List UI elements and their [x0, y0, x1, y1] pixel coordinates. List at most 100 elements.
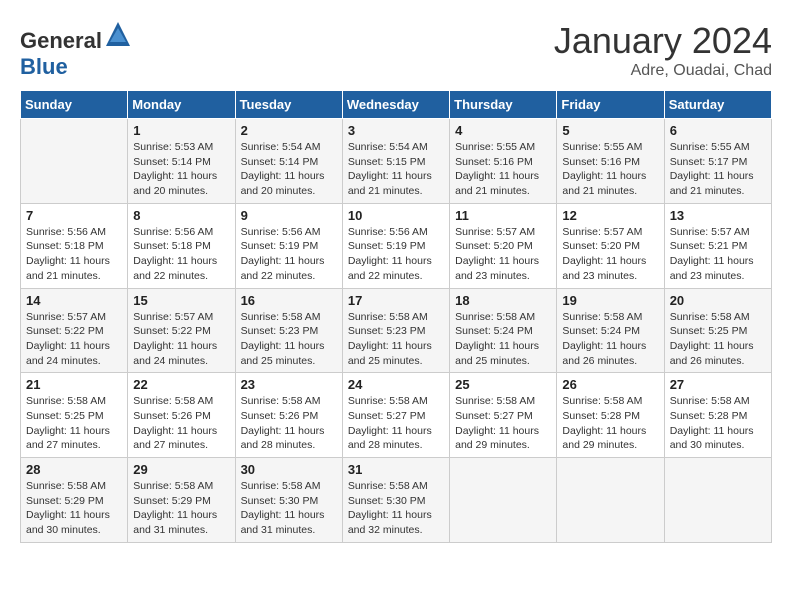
header-wednesday: Wednesday	[342, 91, 449, 119]
day-info: Sunrise: 5:57 AM Sunset: 5:20 PM Dayligh…	[455, 225, 551, 284]
calendar-cell: 12 Sunrise: 5:57 AM Sunset: 5:20 PM Dayli…	[557, 203, 664, 288]
day-number: 17	[348, 293, 444, 308]
day-info: Sunrise: 5:58 AM Sunset: 5:24 PM Dayligh…	[562, 310, 658, 369]
day-number: 15	[133, 293, 229, 308]
day-number: 7	[26, 208, 122, 223]
calendar-header-row: SundayMondayTuesdayWednesdayThursdayFrid…	[21, 91, 772, 119]
logo-blue: Blue	[20, 54, 68, 79]
calendar-cell: 13Sunrise: 5:57 AM Sunset: 5:21 PM Dayli…	[664, 203, 771, 288]
header-friday: Friday	[557, 91, 664, 119]
day-info: Sunrise: 5:58 AM Sunset: 5:26 PM Dayligh…	[241, 394, 337, 453]
day-number: 3	[348, 123, 444, 138]
day-info: Sunrise: 5:57 AM Sunset: 5:22 PM Dayligh…	[133, 310, 229, 369]
day-info: Sunrise: 5:57 AM Sunset: 5:22 PM Dayligh…	[26, 310, 122, 369]
day-number: 11	[455, 208, 551, 223]
logo: General Blue	[20, 20, 132, 80]
calendar-cell: 8Sunrise: 5:56 AM Sunset: 5:18 PM Daylig…	[128, 203, 235, 288]
calendar-cell: 18Sunrise: 5:58 AM Sunset: 5:24 PM Dayli…	[450, 288, 557, 373]
calendar-cell: 27Sunrise: 5:58 AM Sunset: 5:28 PM Dayli…	[664, 373, 771, 458]
calendar-cell: 6 Sunrise: 5:55 AM Sunset: 5:17 PM Daylig…	[664, 119, 771, 204]
day-info: Sunrise: 5:58 AM Sunset: 5:28 PM Dayligh…	[562, 394, 658, 453]
day-number: 16	[241, 293, 337, 308]
day-info: Sunrise: 5:55 AM Sunset: 5:16 PM Dayligh…	[562, 140, 658, 199]
day-info: Sunrise: 5:58 AM Sunset: 5:29 PM Dayligh…	[26, 479, 122, 538]
day-number: 26	[562, 377, 658, 392]
calendar-cell: 15 Sunrise: 5:57 AM Sunset: 5:22 PM Dayli…	[128, 288, 235, 373]
calendar-week-4: 21Sunrise: 5:58 AM Sunset: 5:25 PM Dayli…	[21, 373, 772, 458]
calendar-cell: 28 Sunrise: 5:58 AM Sunset: 5:29 PM Dayli…	[21, 458, 128, 543]
calendar-cell: 4 Sunrise: 5:55 AM Sunset: 5:16 PM Daylig…	[450, 119, 557, 204]
calendar-cell: 26 Sunrise: 5:58 AM Sunset: 5:28 PM Dayli…	[557, 373, 664, 458]
day-number: 30	[241, 462, 337, 477]
calendar-cell: 16 Sunrise: 5:58 AM Sunset: 5:23 PM Dayli…	[235, 288, 342, 373]
day-number: 5	[562, 123, 658, 138]
calendar-week-2: 7 Sunrise: 5:56 AM Sunset: 5:18 PM Daylig…	[21, 203, 772, 288]
day-number: 10	[348, 208, 444, 223]
day-number: 23	[241, 377, 337, 392]
day-info: Sunrise: 5:57 AM Sunset: 5:21 PM Dayligh…	[670, 225, 766, 284]
header-saturday: Saturday	[664, 91, 771, 119]
header-sunday: Sunday	[21, 91, 128, 119]
header-tuesday: Tuesday	[235, 91, 342, 119]
logo-text: General Blue	[20, 20, 132, 80]
day-number: 31	[348, 462, 444, 477]
day-number: 20	[670, 293, 766, 308]
day-info: Sunrise: 5:57 AM Sunset: 5:20 PM Dayligh…	[562, 225, 658, 284]
calendar-cell	[664, 458, 771, 543]
day-info: Sunrise: 5:56 AM Sunset: 5:18 PM Dayligh…	[26, 225, 122, 284]
day-info: Sunrise: 5:58 AM Sunset: 5:30 PM Dayligh…	[241, 479, 337, 538]
calendar-cell: 2 Sunrise: 5:54 AM Sunset: 5:14 PM Daylig…	[235, 119, 342, 204]
logo-general: General	[20, 28, 102, 53]
day-number: 8	[133, 208, 229, 223]
day-number: 14	[26, 293, 122, 308]
day-info: Sunrise: 5:55 AM Sunset: 5:17 PM Dayligh…	[670, 140, 766, 199]
day-info: Sunrise: 5:54 AM Sunset: 5:14 PM Dayligh…	[241, 140, 337, 199]
month-title: January 2024	[554, 20, 772, 62]
calendar-cell: 9Sunrise: 5:56 AM Sunset: 5:19 PM Daylig…	[235, 203, 342, 288]
day-number: 4	[455, 123, 551, 138]
calendar-cell: 25Sunrise: 5:58 AM Sunset: 5:27 PM Dayli…	[450, 373, 557, 458]
page-header: General Blue January 2024 Adre, Ouadai, …	[20, 20, 772, 80]
calendar-cell	[557, 458, 664, 543]
calendar-cell: 31 Sunrise: 5:58 AM Sunset: 5:30 PM Dayli…	[342, 458, 449, 543]
calendar-cell: 10 Sunrise: 5:56 AM Sunset: 5:19 PM Dayli…	[342, 203, 449, 288]
day-number: 28	[26, 462, 122, 477]
calendar-cell: 11 Sunrise: 5:57 AM Sunset: 5:20 PM Dayli…	[450, 203, 557, 288]
day-info: Sunrise: 5:58 AM Sunset: 5:25 PM Dayligh…	[670, 310, 766, 369]
day-number: 18	[455, 293, 551, 308]
calendar-cell: 7 Sunrise: 5:56 AM Sunset: 5:18 PM Daylig…	[21, 203, 128, 288]
day-info: Sunrise: 5:55 AM Sunset: 5:16 PM Dayligh…	[455, 140, 551, 199]
day-number: 6	[670, 123, 766, 138]
day-info: Sunrise: 5:58 AM Sunset: 5:27 PM Dayligh…	[348, 394, 444, 453]
day-number: 1	[133, 123, 229, 138]
day-number: 12	[562, 208, 658, 223]
day-info: Sunrise: 5:56 AM Sunset: 5:19 PM Dayligh…	[348, 225, 444, 284]
day-number: 29	[133, 462, 229, 477]
day-info: Sunrise: 5:58 AM Sunset: 5:29 PM Dayligh…	[133, 479, 229, 538]
day-number: 25	[455, 377, 551, 392]
day-info: Sunrise: 5:58 AM Sunset: 5:23 PM Dayligh…	[348, 310, 444, 369]
calendar-cell: 22Sunrise: 5:58 AM Sunset: 5:26 PM Dayli…	[128, 373, 235, 458]
title-block: January 2024 Adre, Ouadai, Chad	[554, 20, 772, 80]
calendar-cell: 3 Sunrise: 5:54 AM Sunset: 5:15 PM Daylig…	[342, 119, 449, 204]
day-info: Sunrise: 5:58 AM Sunset: 5:30 PM Dayligh…	[348, 479, 444, 538]
header-monday: Monday	[128, 91, 235, 119]
day-info: Sunrise: 5:53 AM Sunset: 5:14 PM Dayligh…	[133, 140, 229, 199]
calendar-week-1: 1 Sunrise: 5:53 AM Sunset: 5:14 PM Daylig…	[21, 119, 772, 204]
calendar-cell: 24Sunrise: 5:58 AM Sunset: 5:27 PM Dayli…	[342, 373, 449, 458]
calendar-cell: 17 Sunrise: 5:58 AM Sunset: 5:23 PM Dayli…	[342, 288, 449, 373]
calendar-cell: 21Sunrise: 5:58 AM Sunset: 5:25 PM Dayli…	[21, 373, 128, 458]
day-number: 2	[241, 123, 337, 138]
day-number: 19	[562, 293, 658, 308]
day-info: Sunrise: 5:58 AM Sunset: 5:23 PM Dayligh…	[241, 310, 337, 369]
day-number: 22	[133, 377, 229, 392]
calendar-cell: 14 Sunrise: 5:57 AM Sunset: 5:22 PM Dayli…	[21, 288, 128, 373]
day-info: Sunrise: 5:54 AM Sunset: 5:15 PM Dayligh…	[348, 140, 444, 199]
logo-icon	[104, 20, 132, 48]
calendar-cell: 5 Sunrise: 5:55 AM Sunset: 5:16 PM Daylig…	[557, 119, 664, 204]
calendar-week-3: 14 Sunrise: 5:57 AM Sunset: 5:22 PM Dayli…	[21, 288, 772, 373]
day-info: Sunrise: 5:58 AM Sunset: 5:25 PM Dayligh…	[26, 394, 122, 453]
calendar-cell	[450, 458, 557, 543]
calendar-cell: 19 Sunrise: 5:58 AM Sunset: 5:24 PM Dayli…	[557, 288, 664, 373]
calendar-cell	[21, 119, 128, 204]
